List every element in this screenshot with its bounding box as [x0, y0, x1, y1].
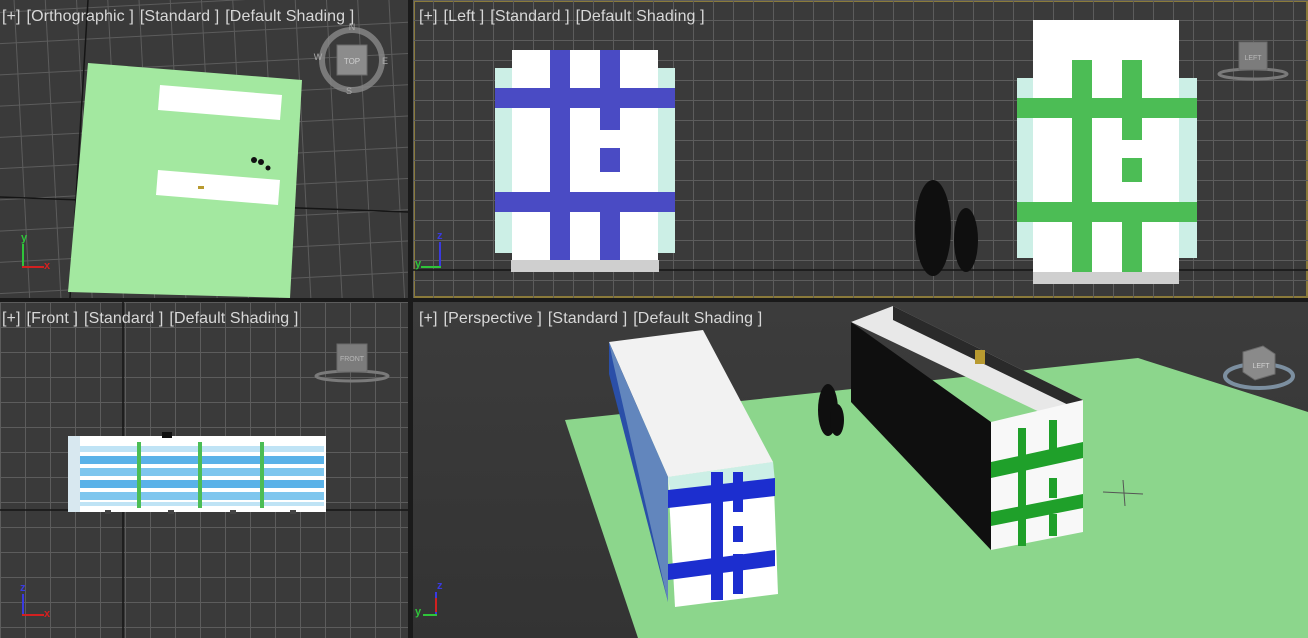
svg-text:TOP: TOP [344, 57, 360, 66]
view-type-menu[interactable]: [Perspective ] [444, 310, 542, 327]
building-blue [495, 50, 675, 272]
axis-tripod: y x [21, 232, 51, 272]
shading-menu[interactable]: [Default Shading ] [633, 310, 762, 327]
svg-text:LEFT: LEFT [1244, 55, 1262, 62]
viewcube-top[interactable]: TOP N E S W [312, 22, 392, 102]
viewcube-front[interactable]: FRONT [312, 342, 392, 392]
viewport-label-top: [+] [Orthographic ] [Standard ] [Default Sh… [2, 8, 360, 26]
axis-tripod: z y [415, 580, 443, 618]
shading-menu[interactable]: [Default Shading ] [576, 8, 705, 25]
axis-tripod: z x [20, 582, 51, 620]
quality-menu[interactable]: [Standard ] [84, 310, 163, 327]
viewport-menu-button[interactable]: [+] [2, 8, 21, 25]
building-front [68, 432, 326, 514]
viewport-label-left: [+] [Left ] [Standard ] [Default Shading ] [419, 8, 711, 26]
building-green [1017, 20, 1197, 284]
view-type-menu[interactable]: [Front ] [27, 310, 78, 327]
quality-menu[interactable]: [Standard ] [548, 310, 627, 327]
axis-tripod: z y [415, 230, 443, 270]
viewport-menu-button[interactable]: [+] [2, 310, 21, 327]
tree-mark [251, 157, 257, 163]
quality-menu[interactable]: [Standard ] [490, 8, 569, 25]
viewcube-left[interactable]: LEFT [1213, 38, 1293, 88]
viewport-menu-button[interactable]: [+] [419, 310, 438, 327]
viewcube-perspective[interactable]: LEFT [1219, 338, 1299, 398]
shading-menu[interactable]: [Default Shading ] [169, 310, 298, 327]
svg-text:LEFT: LEFT [1252, 363, 1270, 370]
left-scene [413, 20, 1308, 284]
view-type-menu[interactable]: [Orthographic ] [27, 8, 134, 25]
viewport-menu-button[interactable]: [+] [419, 8, 438, 25]
svg-text:W: W [314, 52, 323, 62]
viewport-top[interactable]: TOP N E S W [+] [Orthographic ] [Standard … [0, 0, 408, 298]
svg-text:E: E [382, 56, 388, 66]
perspective-scene [565, 306, 1308, 638]
viewport-label-perspective: [+] [Perspective ] [Standard ] [Default Sha… [419, 310, 768, 328]
viewport-front[interactable]: FRONT [+] [Front ] [Standard ] [Default Sha… [0, 302, 408, 638]
svg-text:S: S [346, 86, 352, 96]
viewport-perspective[interactable]: LEFT [+] [Perspective ] [Standard ] [Defaul… [413, 302, 1308, 638]
viewport-label-front: [+] [Front ] [Standard ] [Default Shading ] [2, 310, 304, 328]
view-type-menu[interactable]: [Left ] [444, 8, 485, 25]
shading-menu[interactable]: [Default Shading ] [225, 8, 354, 25]
svg-text:FRONT: FRONT [340, 356, 365, 363]
quality-menu[interactable]: [Standard ] [140, 8, 219, 25]
tree [915, 180, 951, 276]
viewport-left[interactable]: LEFT [+] [Left ] [Standard ] [Default Shadi… [413, 0, 1308, 298]
